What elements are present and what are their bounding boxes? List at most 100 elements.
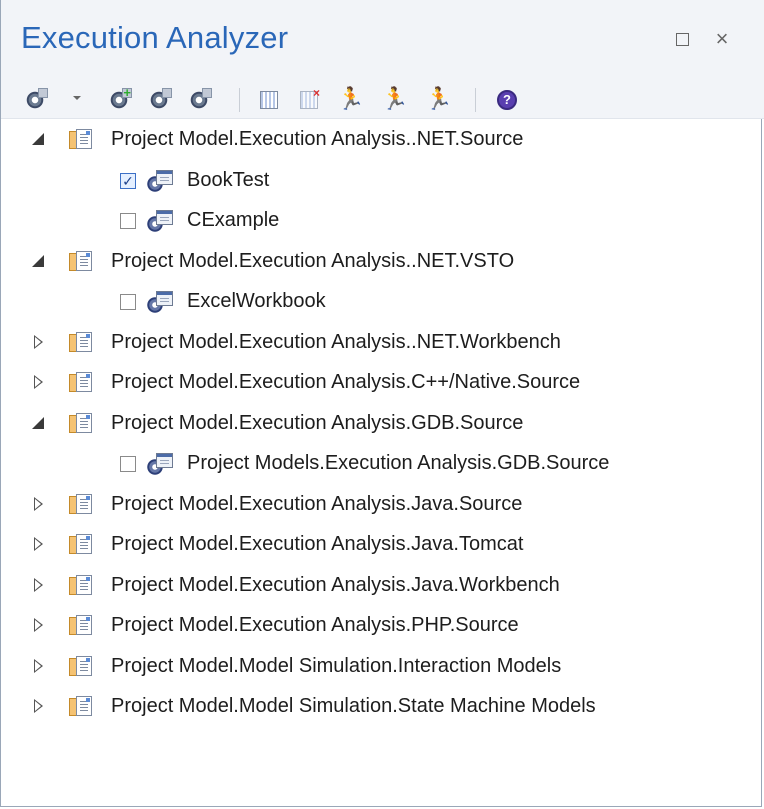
close-button[interactable]: × (711, 28, 733, 50)
expand-open-icon[interactable] (31, 254, 45, 268)
chevron-down-icon[interactable] (73, 96, 81, 100)
triangle-closed-icon (33, 537, 43, 551)
toolbar-separator (475, 88, 476, 112)
expand-closed-icon[interactable] (31, 658, 45, 673)
tree-script-row[interactable]: CExample (1, 201, 764, 241)
triangle-open-icon (32, 254, 44, 267)
tree-package-row[interactable]: Project Model.Execution Analysis.Java.Wo… (1, 566, 764, 606)
expand-closed-icon[interactable] (31, 375, 45, 389)
red-x-icon: × (312, 86, 320, 100)
package-label: Project Model.Execution Analysis.Java.So… (111, 492, 523, 515)
build-icon (260, 91, 278, 109)
run-tests-button[interactable]: 🏃 (425, 87, 453, 112)
help-button[interactable]: ? (495, 88, 519, 112)
package-icon (69, 331, 93, 354)
build-button[interactable] (257, 88, 281, 112)
package-label: Project Model.Execution Analysis..NET.So… (111, 128, 524, 150)
expand-open-icon[interactable] (31, 132, 45, 146)
tree-package-row[interactable]: Project Model.Execution Analysis.C++/Nat… (1, 363, 764, 403)
package-label: Project Model.Execution Analysis.PHP.Sou… (111, 614, 519, 636)
package-icon (69, 493, 93, 516)
run-button[interactable]: 🏃 (337, 87, 365, 112)
triangle-closed-icon (33, 699, 43, 713)
package-icon (69, 655, 93, 678)
tree-package-row[interactable]: Project Model.Execution Analysis..NET.Wo… (1, 323, 764, 363)
restore-icon (675, 33, 689, 46)
tree-package-row[interactable]: Project Model.Model Simulation.Interacti… (1, 647, 764, 687)
configure-script-icon (26, 88, 48, 109)
clean-button[interactable]: × (297, 86, 321, 112)
script-config-icon (147, 291, 173, 313)
package-label: Project Model.Model Simulation.Interacti… (111, 654, 562, 677)
expand-closed-icon[interactable] (31, 334, 45, 349)
tree-package-row[interactable]: Project Model.Execution Analysis.PHP.Sou… (1, 606, 764, 646)
package-icon (69, 574, 93, 597)
package-icon (69, 696, 93, 718)
paste-script-button[interactable] (187, 88, 212, 112)
package-icon (69, 615, 93, 637)
triangle-closed-icon (33, 658, 43, 673)
triangle-closed-icon (33, 334, 43, 349)
tree-package-row[interactable]: Project Model.Model Simulation.State Mac… (1, 687, 764, 727)
script-config-icon (147, 453, 173, 475)
tree-script-row[interactable]: ✓ BookTest (1, 161, 764, 201)
package-label: Project Model.Model Simulation.State Mac… (111, 695, 596, 717)
help-icon: ? (497, 90, 517, 110)
script-checkbox[interactable]: ✓ (120, 172, 136, 189)
script-checkbox[interactable] (120, 213, 136, 229)
debug-icon: 🏃 (381, 87, 409, 112)
package-icon (69, 412, 93, 435)
triangle-closed-icon (33, 618, 43, 632)
script-checkbox[interactable] (120, 456, 136, 472)
triangle-closed-icon (33, 375, 43, 389)
script-config-icon (147, 210, 173, 232)
package-label: Project Model.Execution Analysis.C++/Nat… (111, 371, 581, 393)
triangle-open-icon (32, 133, 44, 145)
package-label: Project Model.Execution Analysis..NET.Wo… (111, 330, 561, 353)
tree-package-row[interactable]: Project Model.Execution Analysis.Java.So… (1, 485, 764, 525)
package-label: Project Model.Execution Analysis.GDB.Sou… (111, 411, 524, 434)
tree-package-row[interactable]: Project Model.Execution Analysis..NET.VS… (1, 242, 764, 282)
run-tests-icon: 🏃 (425, 87, 453, 112)
add-new-script-button[interactable]: + (107, 85, 132, 112)
expand-closed-icon[interactable] (31, 577, 45, 592)
window-title: Execution Analyzer (21, 20, 289, 55)
package-icon (69, 534, 93, 556)
package-icon (69, 372, 93, 394)
package-label: Project Model.Execution Analysis.Java.Wo… (111, 573, 560, 596)
script-label: Project Models.Execution Analysis.GDB.So… (187, 452, 610, 474)
plus-icon: + (123, 85, 131, 100)
tree-script-row[interactable]: Project Models.Execution Analysis.GDB.So… (1, 444, 764, 484)
expand-closed-icon[interactable] (31, 496, 45, 511)
debug-button[interactable]: 🏃 (381, 87, 409, 112)
triangle-open-icon (32, 416, 44, 429)
expand-open-icon[interactable] (31, 416, 45, 430)
toolbar: + × 🏃 🏃 🏃 ? (1, 82, 764, 119)
tree-package-row[interactable]: Project Model.Execution Analysis..NET.So… (1, 120, 764, 160)
tree-script-row[interactable]: ExcelWorkbook (1, 282, 764, 322)
package-icon (69, 250, 93, 273)
script-label: CExample (187, 209, 280, 231)
restore-button[interactable] (671, 28, 693, 50)
execution-analyzer-window: Execution Analyzer × + × 🏃 🏃 🏃 ? Project… (0, 0, 764, 807)
package-icon (69, 129, 93, 151)
script-checkbox[interactable] (120, 294, 136, 310)
tree-package-row[interactable]: Project Model.Execution Analysis.GDB.Sou… (1, 404, 764, 444)
toolbar-separator (239, 88, 240, 112)
tree-package-row[interactable]: Project Model.Execution Analysis.Java.To… (1, 525, 764, 565)
expand-closed-icon[interactable] (31, 537, 45, 551)
expand-closed-icon[interactable] (31, 618, 45, 632)
title-bar: Execution Analyzer × (1, 0, 764, 82)
expand-closed-icon[interactable] (31, 699, 45, 713)
script-label: BookTest (187, 168, 270, 191)
script-label: ExcelWorkbook (187, 290, 326, 312)
configure-script-button[interactable] (23, 88, 48, 112)
paste-script-icon (190, 88, 212, 109)
copy-script-icon (150, 88, 172, 109)
script-config-icon (147, 169, 173, 192)
triangle-closed-icon (33, 577, 43, 592)
run-icon: 🏃 (337, 87, 365, 112)
check-icon: ✓ (122, 172, 134, 189)
package-label: Project Model.Execution Analysis.Java.To… (111, 533, 524, 555)
copy-script-button[interactable] (147, 88, 172, 112)
